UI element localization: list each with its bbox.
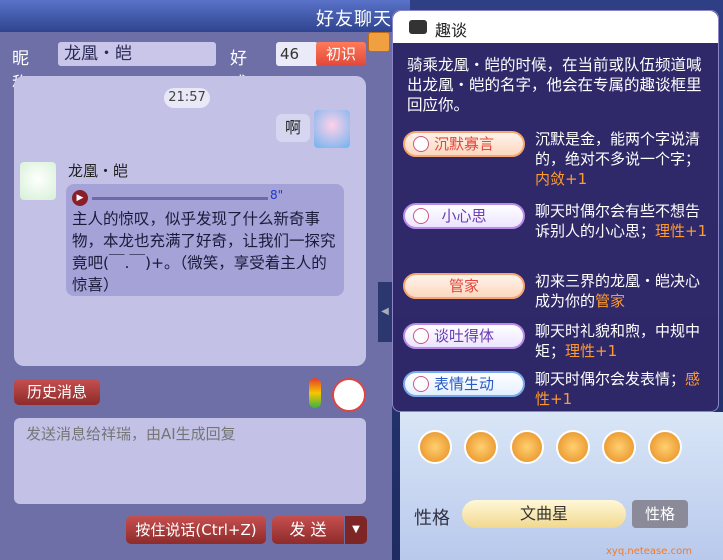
trait-desc-text: 聊天时礼貌和煦，中规中矩； bbox=[535, 322, 701, 360]
popup-description: 骑乘龙凰・皑的时候，在当前或队伍频道喊出龙凰・皑的名字，他会在专属的趣谈框里回应… bbox=[407, 56, 702, 114]
trait-slot-6-icon[interactable] bbox=[648, 430, 682, 464]
message-timestamp: 21:57 bbox=[164, 88, 210, 108]
window-title: 好友聊天 bbox=[316, 9, 392, 30]
emoji-icon[interactable] bbox=[332, 378, 366, 412]
trait-description: 聊天时偶尔会有些不想告诉别人的小心思；理性+1 bbox=[535, 201, 711, 241]
personality-panel: 性格 文曲星 性格 xyq.netease.com bbox=[400, 412, 723, 560]
trait-slot-3-icon[interactable] bbox=[510, 430, 544, 464]
panel-toggle-chevron-left-icon[interactable]: ◀ bbox=[378, 282, 392, 342]
favor-value: 46 bbox=[276, 42, 318, 66]
npc-message-text: 主人的惊叹，似乎发现了什么新奇事物，本龙也充满了好奇，让我们一探究竟吧(￣.￣)… bbox=[72, 210, 336, 294]
relationship-badge: 初识 bbox=[316, 42, 366, 66]
trait-row: 表情生动 聊天时偶尔会发表情；感性+1 bbox=[403, 369, 713, 425]
quitan-tooltip-popup: 趣谈 骑乘龙凰・皑的时候，在当前或队伍频道喊出龙凰・皑的名字，他会在专属的趣谈框… bbox=[392, 10, 719, 412]
trait-slot-4-icon[interactable] bbox=[556, 430, 590, 464]
send-options-chevron-down-icon[interactable]: ▼ bbox=[345, 516, 367, 544]
trait-slot-1-icon[interactable] bbox=[418, 430, 452, 464]
trait-pill: 沉默寡言 bbox=[403, 131, 525, 157]
trait-slot-5-icon[interactable] bbox=[602, 430, 636, 464]
trait-name: 管家 bbox=[448, 277, 479, 295]
trait-pill: 管家 bbox=[403, 273, 525, 299]
trait-face-icon bbox=[413, 376, 429, 392]
trait-name: 表情生动 bbox=[433, 375, 494, 393]
trait-face-icon bbox=[413, 136, 429, 152]
trait-face-icon bbox=[413, 208, 429, 224]
npc-name: 龙凰・皑 bbox=[68, 162, 129, 180]
trait-description: 聊天时偶尔会发表情；感性+1 bbox=[535, 369, 711, 409]
trait-name: 沉默寡言 bbox=[433, 135, 494, 153]
trait-row: 小心思 聊天时偶尔会有些不想告诉别人的小心思；理性+1 bbox=[403, 201, 713, 257]
personality-label: 性格 bbox=[414, 508, 450, 529]
voice-length: 8" bbox=[270, 188, 284, 202]
npc-avatar[interactable] bbox=[20, 162, 56, 200]
trait-description: 初来三界的龙凰・皑决心成为你的管家 bbox=[535, 271, 711, 311]
trait-stat: 管家 bbox=[595, 292, 626, 310]
trait-stat: 理性+1 bbox=[655, 222, 708, 240]
trait-row: 管家 初来三界的龙凰・皑决心成为你的管家 bbox=[403, 271, 713, 327]
my-message-bubble: 啊 bbox=[276, 114, 310, 142]
message-list[interactable]: 21:57 啊 龙凰・皑 ▶ 8" 主人的惊叹，似乎发现了什么新奇事物，本龙也充… bbox=[14, 76, 366, 366]
chat-panel: 昵称 龙凰・皑 好感 46 初识 21:57 啊 龙凰・皑 ▶ 8" 主人的惊叹… bbox=[0, 32, 392, 560]
trait-name: 小心思 bbox=[441, 207, 487, 225]
mood-meter-icon bbox=[309, 378, 321, 408]
chat-bubble-icon bbox=[409, 20, 427, 34]
trait-stat: 理性+1 bbox=[565, 342, 618, 360]
popup-header: 趣谈 bbox=[393, 11, 718, 43]
trait-description: 聊天时礼貌和煦，中规中矩；理性+1 bbox=[535, 321, 711, 361]
nickname-field: 龙凰・皑 bbox=[58, 42, 216, 66]
history-button[interactable]: 历史消息 bbox=[14, 379, 100, 405]
voice-play-icon[interactable]: ▶ bbox=[72, 190, 88, 206]
site-watermark: xyq.netease.com bbox=[606, 546, 692, 557]
push-to-talk-button[interactable]: 按住说话(Ctrl+Z) bbox=[126, 516, 266, 544]
trait-pill: 表情生动 bbox=[403, 371, 525, 397]
popup-title: 趣谈 bbox=[435, 21, 468, 40]
personality-button[interactable]: 性格 bbox=[632, 500, 688, 528]
trait-description: 沉默是金，能两个字说清的，绝对不多说一个字； 内敛+1 bbox=[535, 129, 711, 189]
trait-face-icon bbox=[413, 328, 429, 344]
trait-pill: 谈吐得体 bbox=[403, 323, 525, 349]
title-bar: 好友聊天 bbox=[0, 0, 410, 32]
trait-desc-text: 沉默是金，能两个字说清的，绝对不多说一个字； bbox=[535, 130, 701, 168]
trait-desc-text: 聊天时偶尔会发表情； bbox=[535, 370, 686, 388]
trait-slot-2-icon[interactable] bbox=[464, 430, 498, 464]
npc-message-bubble: ▶ 8" 主人的惊叹，似乎发现了什么新奇事物，本龙也充满了好奇，让我们一探究竟吧… bbox=[66, 184, 344, 296]
chat-window: 好友聊天 昵称 龙凰・皑 好感 46 初识 21:57 啊 龙凰・皑 ▶ 8" … bbox=[0, 0, 723, 560]
gift-icon[interactable] bbox=[368, 32, 390, 52]
trait-pill: 小心思 bbox=[403, 203, 525, 229]
message-input[interactable] bbox=[24, 424, 358, 444]
trait-stat: 内敛+1 bbox=[535, 170, 588, 188]
send-button[interactable]: 发 送 bbox=[272, 516, 344, 544]
trait-row: 沉默寡言 沉默是金，能两个字说清的，绝对不多说一个字； 内敛+1 bbox=[403, 129, 713, 188]
message-input-area[interactable] bbox=[14, 418, 366, 504]
trait-name: 谈吐得体 bbox=[433, 327, 494, 345]
my-avatar[interactable] bbox=[314, 110, 350, 148]
personality-value: 文曲星 bbox=[462, 500, 626, 528]
voice-progress-bar bbox=[92, 197, 268, 200]
